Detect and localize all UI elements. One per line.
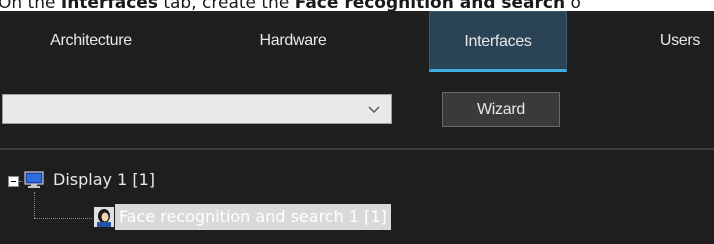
tree-connector [34, 218, 92, 219]
app-window: Architecture Hardware Interfaces Users W… [0, 11, 714, 244]
face-icon [94, 207, 114, 227]
page: On the Interfaces tab, create the Face r… [0, 0, 714, 244]
toolbar: Wizard [0, 72, 714, 148]
object-tree: Display 1 [1] Face recognition and searc… [0, 150, 714, 244]
interface-select[interactable] [2, 94, 392, 124]
tab-interfaces[interactable]: Interfaces [429, 11, 567, 72]
wizard-button[interactable]: Wizard [442, 92, 560, 127]
tab-hardware[interactable]: Hardware [218, 11, 368, 72]
tab-bar: Architecture Hardware Interfaces Users [0, 11, 714, 72]
collapse-toggle[interactable] [8, 176, 19, 187]
tab-users[interactable]: Users [620, 11, 714, 72]
tree-item-face-recognition[interactable]: Face recognition and search 1 [1] [115, 204, 391, 230]
monitor-icon [24, 171, 44, 188]
tab-architecture[interactable]: Architecture [0, 11, 182, 72]
tree-item-label: Face recognition and search 1 [1] [119, 207, 387, 226]
tree-item-display[interactable]: Display 1 [1] [53, 167, 155, 193]
tree-connector [34, 192, 35, 218]
chevron-down-icon [368, 106, 380, 113]
